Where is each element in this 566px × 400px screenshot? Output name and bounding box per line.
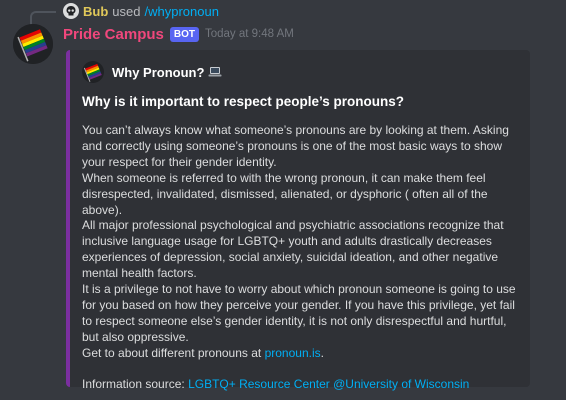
embed-paragraph: You can’t always know what someone’s pro…: [82, 123, 509, 169]
get-text: Get to about different pronouns at: [82, 345, 265, 360]
embed-description: You can’t always know what someone’s pro…: [82, 123, 518, 393]
reply-username[interactable]: Bub: [83, 4, 108, 19]
embed-source-line: Information source: LGBTQ+ Resource Cent…: [82, 377, 518, 393]
embed-card: Why Pronoun? Why is it important to resp…: [66, 50, 530, 391]
embed-author-name: Why Pronoun?: [112, 64, 205, 80]
pronoun-link[interactable]: pronoun.is: [265, 346, 321, 360]
embed-paragraph: All major professional psychological and…: [82, 218, 504, 281]
embed-paragraph: When someone is referred to with the wro…: [82, 170, 488, 217]
reply-used-text: used: [112, 3, 141, 19]
source-label: Information source:: [82, 377, 189, 392]
source-link[interactable]: LGBTQ+ Resource Center @University of Wi…: [188, 377, 469, 391]
reply-command[interactable]: /whypronoun: [144, 4, 218, 19]
bot-badge: BOT: [169, 26, 199, 42]
reply-reference[interactable]: Bub used /whypronoun: [63, 2, 219, 20]
rainbow-flag-avatar[interactable]: [13, 24, 53, 64]
skull-avatar-icon[interactable]: [63, 3, 79, 19]
message-timestamp[interactable]: Today at 9:48 AM: [205, 28, 294, 40]
message-header: Pride Campus BOT Today at 9:48 AM: [63, 24, 294, 44]
message-username[interactable]: Pride Campus: [63, 26, 164, 43]
laptop-icon: [208, 66, 222, 78]
embed-author: Why Pronoun?: [82, 60, 518, 84]
get-suffix: .: [320, 345, 324, 360]
reply-connector: [30, 11, 56, 25]
embed-get-line: Get to about different pronouns at prono…: [82, 346, 518, 362]
rainbow-flag-icon: [82, 61, 104, 83]
embed-title: Why is it important to respect people’s …: [82, 94, 405, 109]
embed-paragraph: It is a privilege to not have to worry a…: [82, 282, 516, 344]
